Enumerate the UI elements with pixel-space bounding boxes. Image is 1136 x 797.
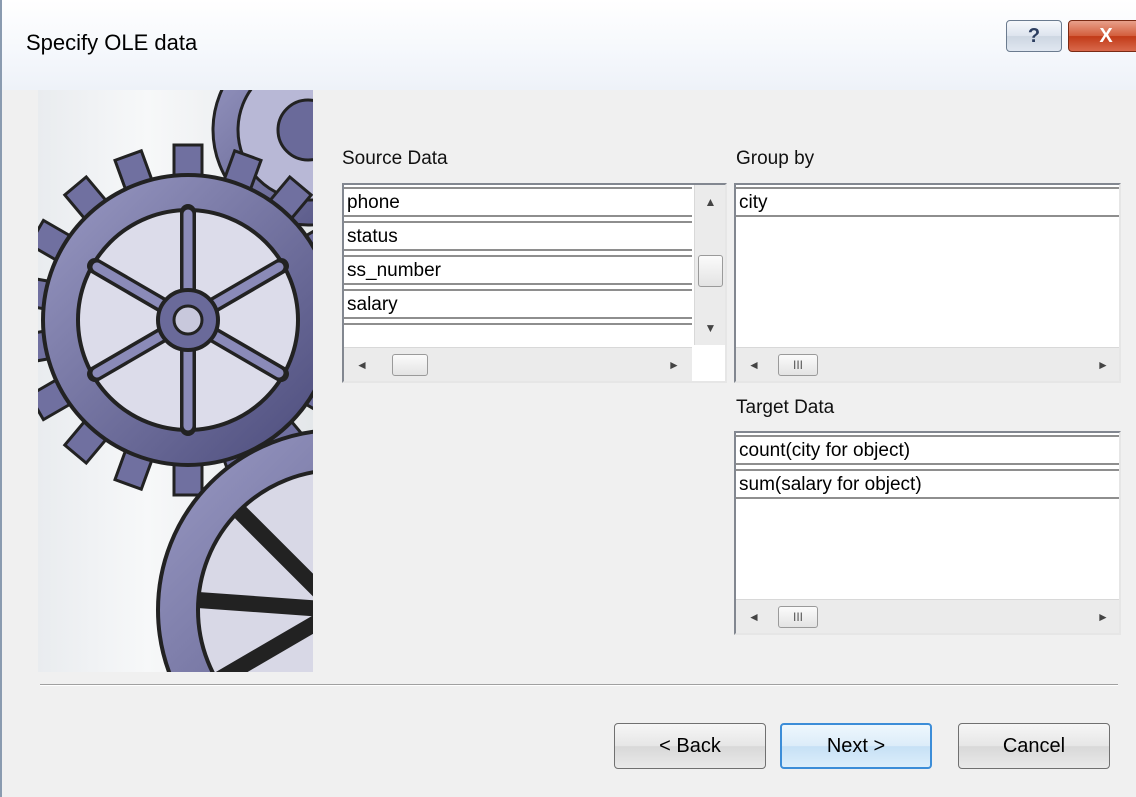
title-bar: Specify OLE data ? X [2, 0, 1136, 90]
scroll-down-icon[interactable]: ▼ [695, 315, 726, 341]
scroll-left-icon[interactable]: ◄ [350, 352, 374, 378]
scroll-right-icon[interactable]: ► [662, 352, 686, 378]
back-button-label: < Back [659, 734, 721, 757]
next-button-label: Next > [826, 734, 886, 757]
scroll-right-icon[interactable]: ► [1091, 352, 1115, 378]
source-data-list[interactable]: phone status ss_number salary ▲ ▼ ◄ ► [342, 183, 727, 383]
group-by-list[interactable]: city ◄ III ► [734, 183, 1121, 383]
source-data-label: Source Data [342, 148, 448, 169]
scroll-right-icon[interactable]: ► [1091, 604, 1115, 630]
group-by-horizontal-scrollbar[interactable]: ◄ III ► [736, 347, 1119, 381]
scroll-up-icon[interactable]: ▲ [695, 189, 726, 215]
help-icon: ? [1027, 24, 1041, 47]
list-item[interactable]: ss_number [344, 255, 692, 285]
scroll-left-icon[interactable]: ◄ [742, 604, 766, 630]
target-horizontal-scrollbar[interactable]: ◄ III ► [736, 599, 1119, 633]
target-data-list[interactable]: count(city for object) sum(salary for ob… [734, 431, 1121, 635]
list-item[interactable]: sum(salary for object) [736, 469, 1119, 499]
list-item[interactable]: status [344, 221, 692, 251]
close-icon: X [1099, 24, 1113, 47]
help-button[interactable]: ? [1006, 20, 1062, 52]
ole-wizard-dialog: Specify OLE data ? X Source Data phone s… [0, 0, 1136, 797]
list-item[interactable]: count(city for object) [736, 435, 1119, 465]
gear-illustration-icon [38, 90, 313, 672]
horizontal-scroll-thumb[interactable]: III [778, 354, 818, 376]
target-data-label: Target Data [736, 397, 835, 418]
list-item[interactable]: phone [344, 187, 692, 217]
window-title: Specify OLE data [26, 30, 198, 55]
horizontal-scroll-thumb[interactable]: III [778, 606, 818, 628]
horizontal-scroll-thumb[interactable] [392, 354, 428, 376]
close-button[interactable]: X [1068, 20, 1136, 52]
list-item[interactable]: city [736, 187, 1119, 217]
list-item-partial [344, 323, 692, 333]
gear-art [38, 90, 313, 672]
cancel-button-label: Cancel [1002, 734, 1066, 757]
back-button[interactable]: < Back [614, 723, 766, 769]
scroll-left-icon[interactable]: ◄ [742, 352, 766, 378]
footer-divider [40, 684, 1118, 686]
source-vertical-scrollbar[interactable]: ▲ ▼ [694, 185, 725, 345]
list-item[interactable]: salary [344, 289, 692, 319]
next-button[interactable]: Next > [780, 723, 932, 769]
group-by-label: Group by [736, 148, 815, 169]
cancel-button[interactable]: Cancel [958, 723, 1110, 769]
source-horizontal-scrollbar[interactable]: ◄ ► [344, 347, 692, 381]
vertical-scroll-thumb[interactable] [698, 255, 723, 287]
